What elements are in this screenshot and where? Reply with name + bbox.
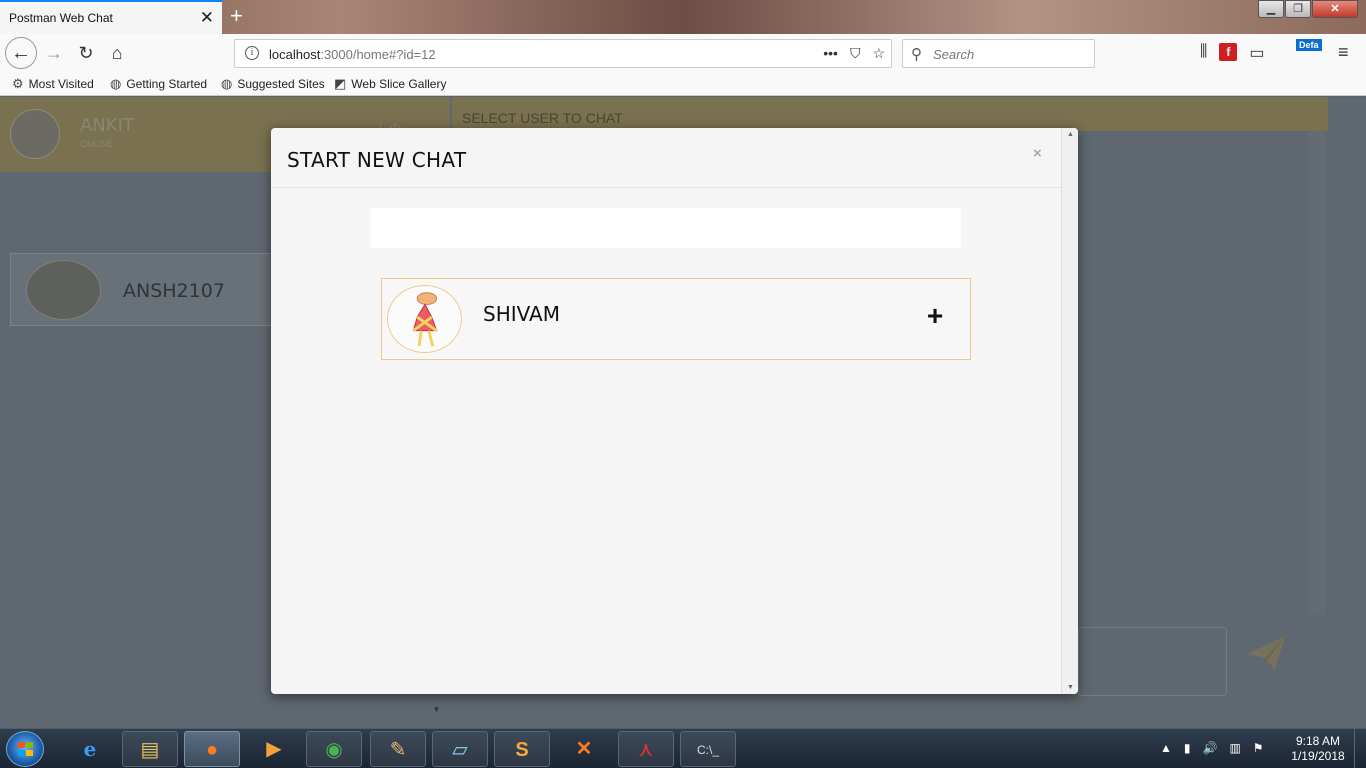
bookmark-web-slice-gallery[interactable]: ◩ Web Slice Gallery [334, 76, 446, 92]
scroll-up-icon[interactable]: ▲ [1067, 131, 1074, 138]
page-actions-icon[interactable]: ••• [823, 45, 838, 62]
site-info-icon[interactable]: i [245, 46, 259, 60]
windows-taskbar: e ▤ ● ▶ ◉ ✎ ▱ S ✕ ⋏ C:\_ ▲ ▮ 🔊 ▥ ⚑ 9:18 … [0, 728, 1366, 768]
url-text[interactable]: localhost:3000/home#?id=12 [269, 47, 436, 62]
command-prompt-icon[interactable]: C:\_ [680, 731, 736, 767]
system-clock[interactable]: 9:18 AM 1/19/2018 [1288, 734, 1348, 764]
forward-button[interactable]: → [40, 39, 68, 67]
show-desktop-button[interactable] [1354, 729, 1366, 768]
tab-title: Postman Web Chat [9, 11, 113, 25]
sidebar-icon[interactable]: ▭ [1249, 43, 1264, 63]
user-search-input[interactable] [371, 208, 961, 248]
browser-tab[interactable]: Postman Web Chat ✕ [0, 0, 222, 34]
gear-icon: ⚙ [12, 76, 24, 91]
toolbar-icons: ⫼ f ▭ [1200, 43, 1265, 63]
firefox-icon[interactable]: ● [184, 731, 240, 767]
message-input[interactable] [1078, 627, 1227, 696]
browser-titlebar: Postman Web Chat ✕ + ▁ ❐ ✕ [0, 0, 1366, 34]
internet-explorer-icon[interactable]: e [62, 731, 118, 767]
reload-button[interactable]: ↻ [72, 39, 100, 67]
contact-list-item[interactable]: ANSH2107 [10, 253, 272, 326]
scroll-down-icon[interactable]: ▼ [428, 692, 445, 728]
modal-scrollbar[interactable]: ▲ ▼ [1061, 128, 1078, 694]
notepad-icon[interactable]: ▱ [432, 731, 488, 767]
minimize-button[interactable]: ▁ [1258, 0, 1284, 18]
window-controls: ▁ ❐ ✕ [1257, 0, 1358, 18]
flash-icon[interactable]: f [1219, 43, 1238, 61]
chat-header: SELECT USER TO CHAT [452, 97, 1328, 131]
system-tray: ▲ ▮ 🔊 ▥ ⚑ [1160, 741, 1264, 755]
restore-button[interactable]: ❐ [1285, 0, 1311, 18]
search-icon: ⚲ [911, 46, 922, 63]
defa-badge[interactable]: Defa [1296, 39, 1322, 51]
chat-header-text: SELECT USER TO CHAT [462, 110, 623, 126]
globe-icon: ◍ [221, 76, 233, 91]
close-window-button[interactable]: ✕ [1312, 0, 1358, 18]
clock-time: 9:18 AM [1295, 734, 1341, 748]
modal-header: START NEW CHAT × [271, 128, 1061, 188]
user-name: SHIVAM [483, 302, 560, 326]
back-button[interactable]: ← [5, 37, 37, 69]
modal-title: START NEW CHAT [287, 148, 467, 172]
home-button[interactable]: ⌂ [103, 39, 131, 67]
current-user-name: ANKIT [80, 115, 134, 136]
action-center-icon[interactable]: ⚑ [1253, 741, 1264, 755]
bookmark-star-icon[interactable]: ☆ [872, 45, 885, 62]
send-icon[interactable] [1245, 632, 1287, 674]
start-new-chat-modal: START NEW CHAT × SHIVAM + ▲ ▼ [271, 128, 1078, 694]
clock-date: 1/19/2018 [1291, 749, 1345, 763]
close-icon[interactable]: × [1033, 145, 1042, 162]
xampp-icon[interactable]: ✕ [556, 731, 612, 767]
media-player-icon[interactable]: ▶ [246, 731, 302, 767]
current-user-status: ONLINE [80, 139, 114, 149]
address-bar[interactable]: i localhost:3000/home#?id=12 ••• ⛉ ☆ [234, 39, 892, 68]
pocket-icon[interactable]: ⛉ [850, 45, 861, 62]
bookmark-most-visited[interactable]: ⚙ Most Visited [12, 76, 94, 92]
add-user-button[interactable]: + [922, 301, 948, 331]
library-icon[interactable]: ⫼ [1200, 43, 1207, 63]
search-bar[interactable]: ⚲ Search [902, 39, 1095, 68]
avatar [387, 285, 462, 353]
show-hidden-icons-icon[interactable]: ▲ [1160, 741, 1172, 755]
bookmark-suggested-sites[interactable]: ◍ Suggested Sites [221, 76, 325, 92]
start-button[interactable] [6, 731, 44, 767]
menu-icon[interactable]: ≡ [1338, 42, 1349, 63]
bookmark-getting-started[interactable]: ◍ Getting Started [110, 76, 207, 92]
paint-icon[interactable]: ✎ [370, 731, 426, 767]
url-actions: ••• ⛉ ☆ [823, 45, 885, 62]
windows-logo-icon [18, 742, 33, 756]
user-list-item[interactable]: SHIVAM + [381, 278, 971, 360]
browser-navbar: ← → ↻ ⌂ i localhost:3000/home#?id=12 •••… [0, 34, 1366, 72]
file-explorer-icon[interactable]: ▤ [122, 731, 178, 767]
search-placeholder: Search [933, 47, 975, 62]
new-tab-button[interactable]: + [230, 3, 243, 29]
bookmarks-bar: ⚙ Most Visited ◍ Getting Started ◍ Suggeste… [0, 72, 1366, 96]
chrome-icon[interactable]: ◉ [306, 731, 362, 767]
chat-scrollbar[interactable] [1308, 131, 1325, 615]
avatar [10, 109, 60, 159]
web-slice-icon: ◩ [334, 76, 347, 91]
tab-close-icon[interactable]: ✕ [200, 8, 214, 28]
network-icon[interactable]: ▥ [1229, 741, 1240, 755]
scroll-down-icon[interactable]: ▼ [1067, 684, 1074, 691]
volume-icon[interactable]: 🔊 [1203, 741, 1218, 755]
acrobat-icon[interactable]: ⋏ [618, 731, 674, 767]
avatar [26, 260, 101, 320]
sublime-text-icon[interactable]: S [494, 731, 550, 767]
contact-name: ANSH2107 [123, 280, 225, 302]
device-icon[interactable]: ▮ [1184, 741, 1191, 755]
globe-icon: ◍ [110, 76, 122, 91]
